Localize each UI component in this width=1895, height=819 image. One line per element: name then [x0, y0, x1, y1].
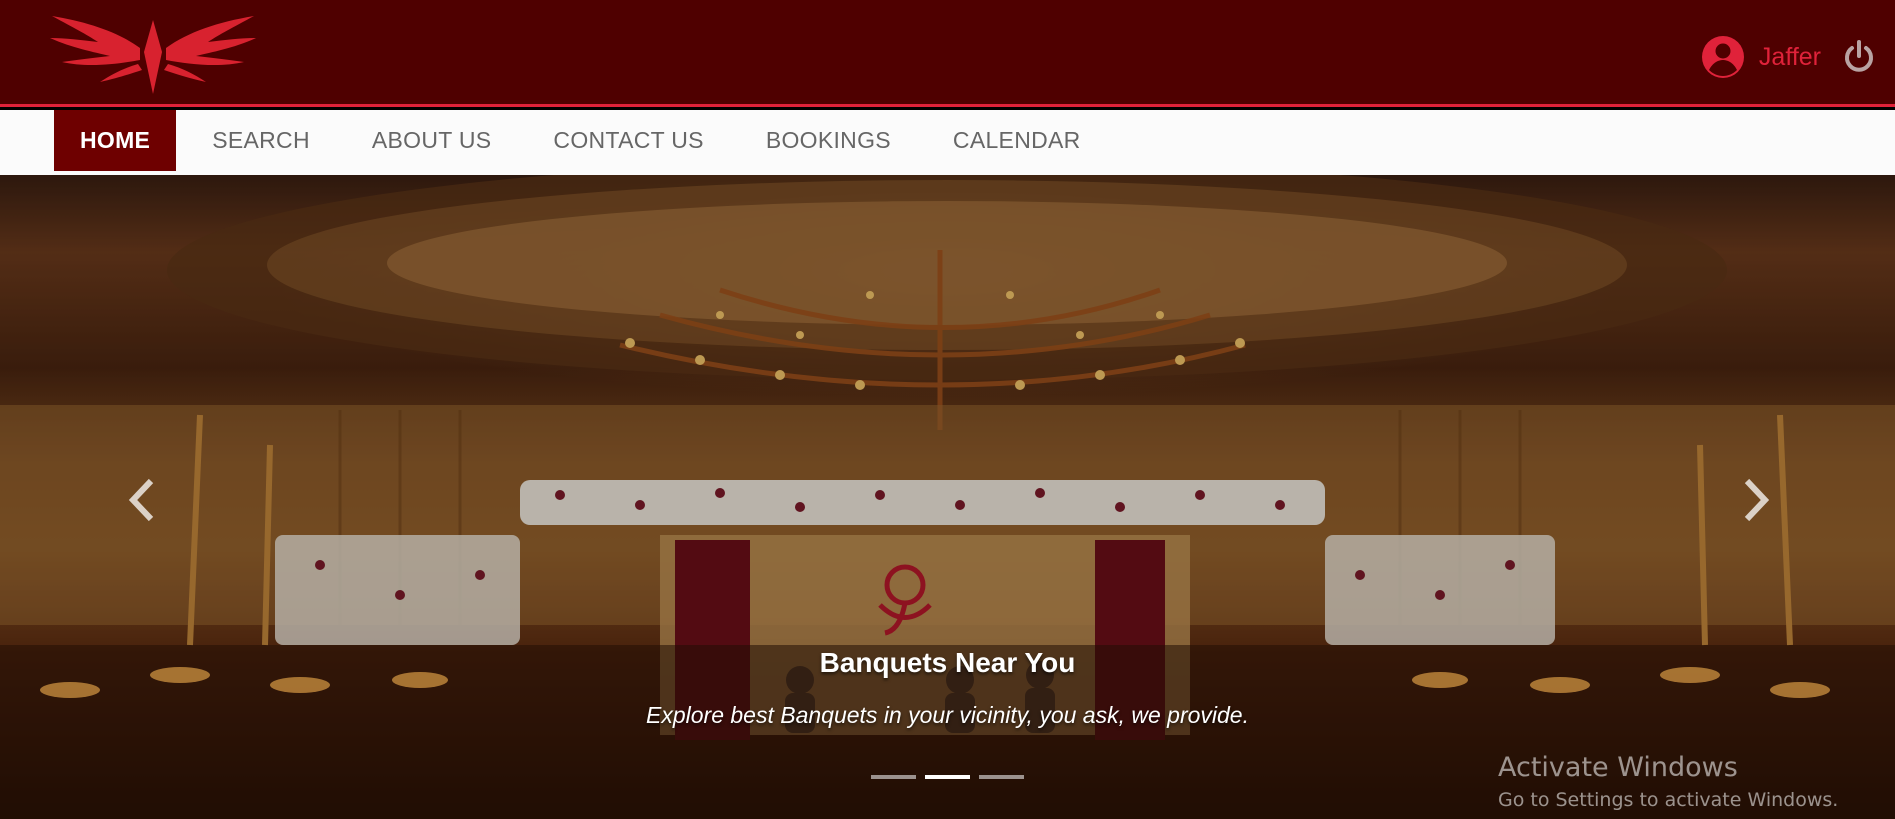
watermark-subtitle: Go to Settings to activate Windows. — [1498, 789, 1839, 811]
carousel-indicator[interactable] — [871, 775, 916, 779]
main-navigation: HOME SEARCH ABOUT US CONTACT US BOOKINGS… — [0, 110, 1895, 175]
carousel-indicator[interactable] — [979, 775, 1024, 779]
activate-windows-watermark: Activate Windows Go to Settings to activ… — [1498, 752, 1838, 811]
slide-subtitle: Explore best Banquets in your vicinity, … — [646, 702, 1249, 728]
nav-about-us[interactable]: ABOUT US — [346, 110, 518, 171]
watermark-title: Activate Windows — [1498, 752, 1738, 783]
nav-home[interactable]: HOME — [54, 110, 177, 171]
nav-contact-us[interactable]: CONTACT US — [527, 110, 729, 171]
user-name[interactable]: Jaffer — [1759, 43, 1821, 72]
carousel-indicator-active[interactable] — [925, 775, 970, 779]
nav-search[interactable]: SEARCH — [186, 110, 336, 171]
power-icon[interactable] — [1841, 39, 1877, 75]
user-circle-icon[interactable] — [1701, 35, 1745, 79]
slide-title: Banquets Near You — [819, 647, 1076, 678]
chevron-right-icon[interactable] — [1735, 475, 1775, 525]
nav-calendar[interactable]: CALENDAR — [927, 110, 1107, 171]
nav-bookings[interactable]: BOOKINGS — [740, 110, 917, 171]
top-header: Jaffer — [0, 0, 1895, 107]
user-menu[interactable]: Jaffer — [1701, 34, 1877, 80]
hero-carousel: Banquets Near You Explore best Banquets … — [0, 175, 1895, 819]
chevron-left-icon[interactable] — [123, 475, 163, 525]
carousel-indicators — [871, 775, 1024, 779]
winged-logo-icon[interactable] — [48, 12, 258, 94]
